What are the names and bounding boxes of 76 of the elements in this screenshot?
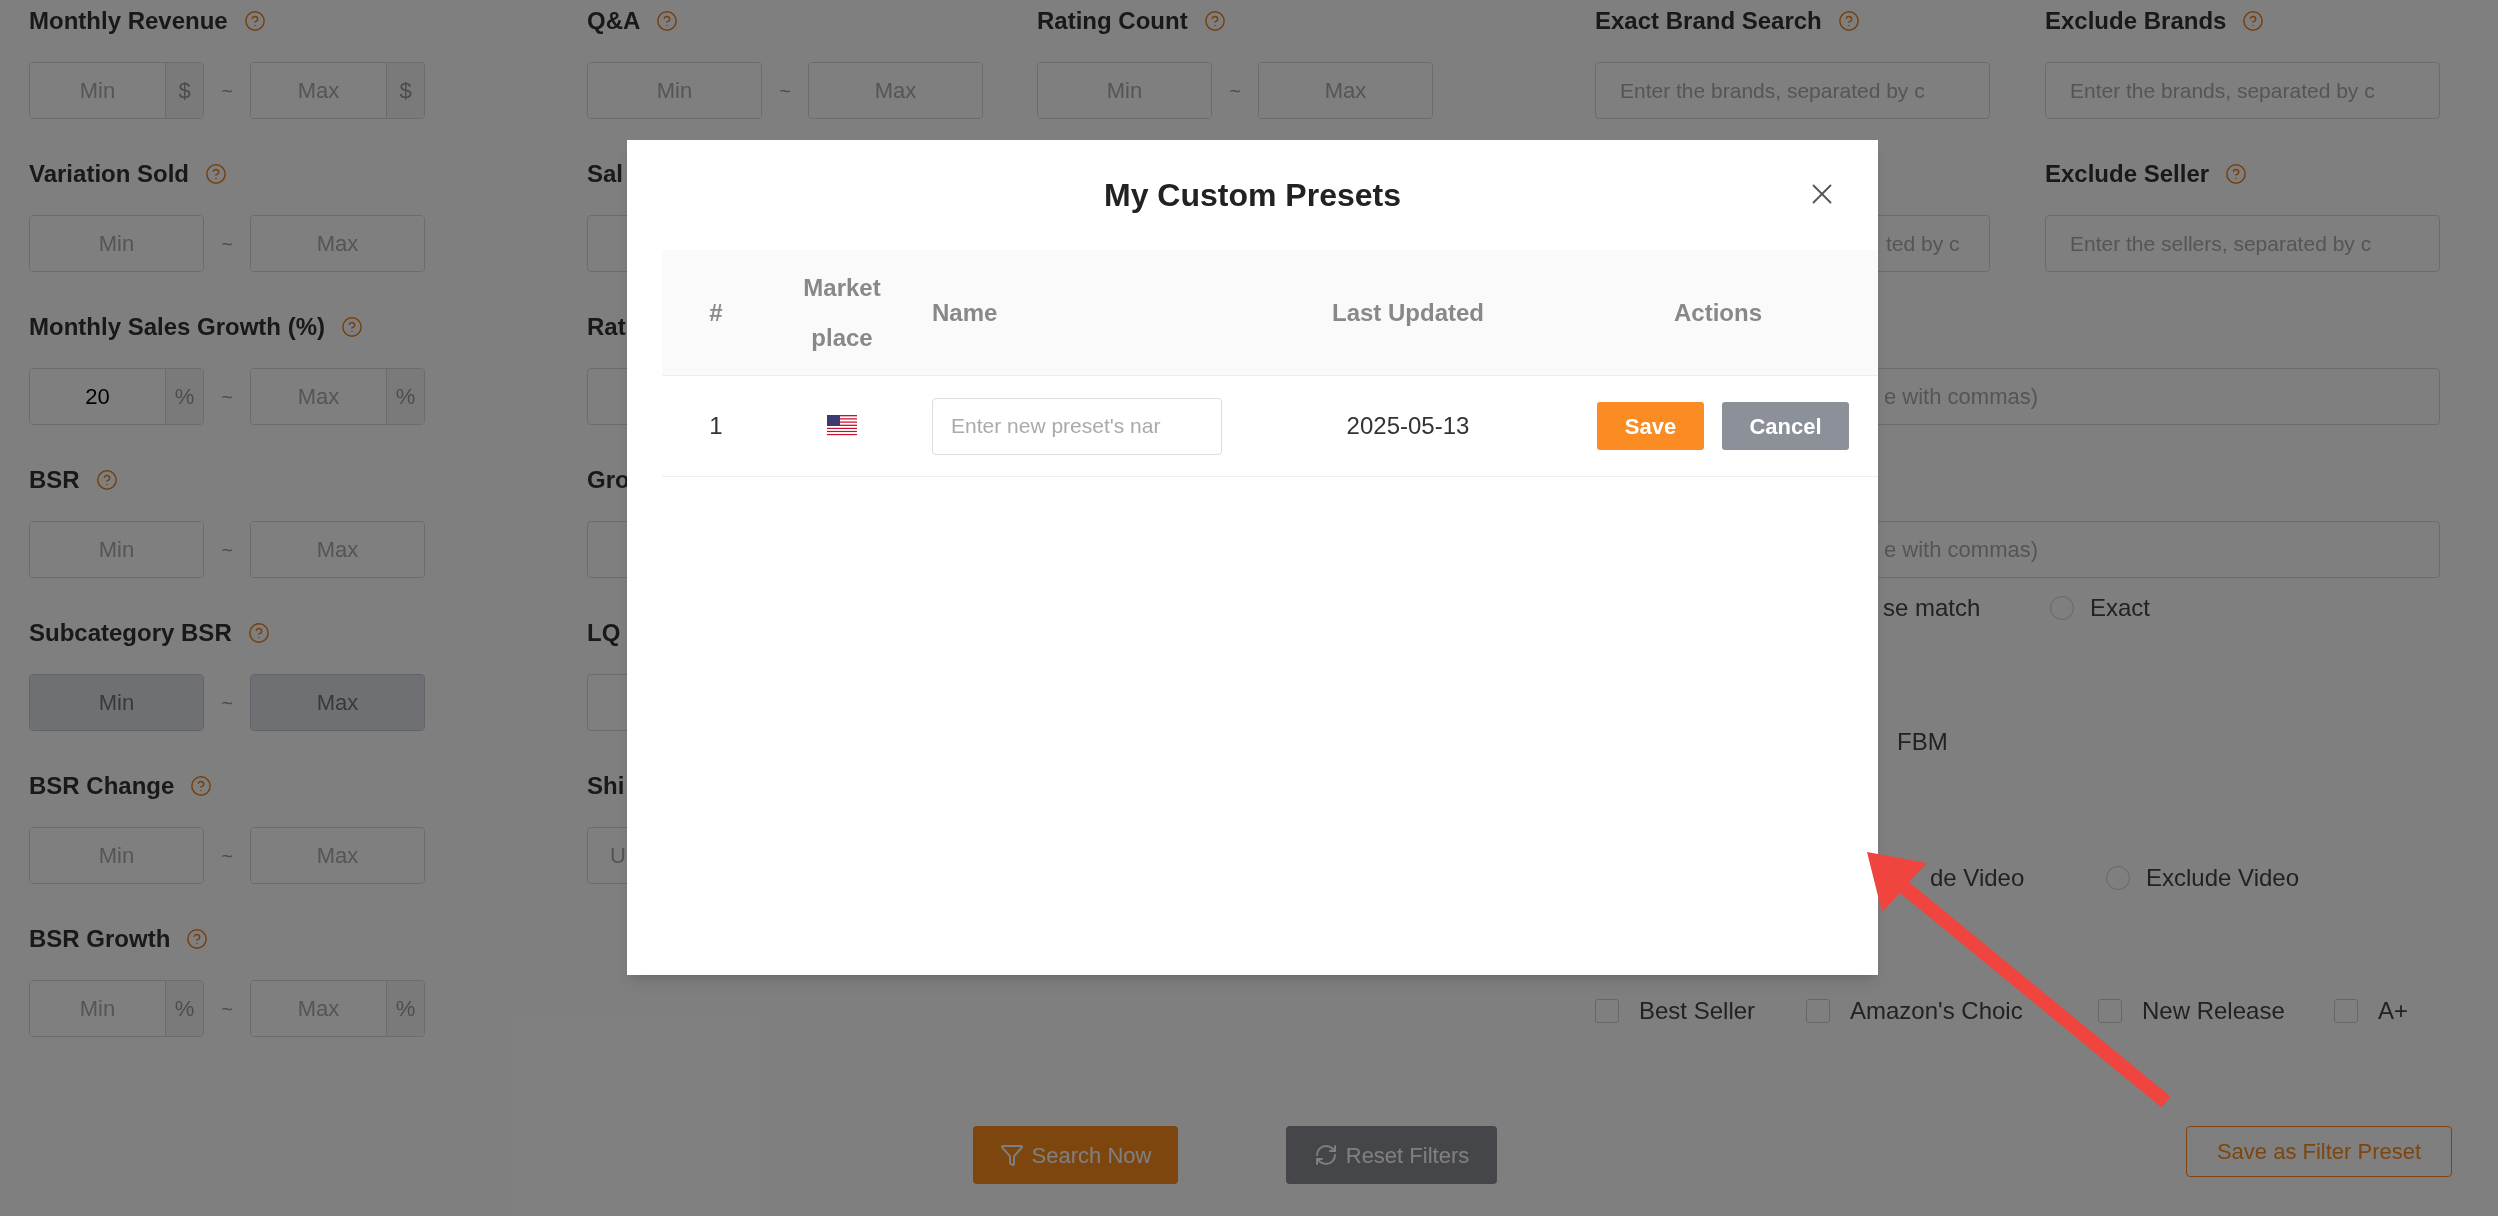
filter-label: Variation Sold	[29, 159, 190, 189]
help-icon[interactable]	[186, 928, 209, 950]
cancel-button[interactable]: Cancel	[1722, 402, 1849, 450]
range-separator: ~	[220, 537, 234, 563]
checkbox-label: Amazon's Choic	[1850, 996, 2023, 1026]
filter-label: Rat	[587, 312, 626, 342]
radio-button[interactable]	[2106, 866, 2130, 890]
refresh-icon	[1313, 1143, 1338, 1167]
option-label: de Video	[1930, 863, 2026, 893]
column-header: Actions	[1674, 297, 1762, 328]
help-icon[interactable]	[190, 775, 213, 797]
help-icon[interactable]	[95, 469, 118, 491]
checkbox-label: A+	[2378, 996, 2409, 1026]
range-separator: ~	[778, 78, 792, 104]
table-cell-text: 2025-05-13	[1346, 411, 1470, 441]
range-separator: ~	[220, 231, 234, 257]
filter-label: Gro	[587, 465, 630, 495]
help-icon[interactable]	[1203, 10, 1226, 32]
range-separator: ~	[220, 843, 234, 869]
filter-label: Shi	[587, 771, 625, 801]
range-separator: ~	[220, 996, 234, 1022]
flag-icon	[827, 415, 857, 437]
range-separator: ~	[220, 690, 234, 716]
unit-label: %	[386, 369, 424, 424]
radio-button[interactable]	[2050, 596, 2074, 620]
unit-label: $	[165, 63, 203, 118]
filter-label: Exact Brand Search	[1595, 6, 1822, 36]
option-label: se match	[1883, 593, 1982, 623]
filter-label: LQ	[587, 618, 621, 648]
unit-label: %	[165, 369, 203, 424]
filter-icon	[999, 1143, 1024, 1167]
column-header: Last Updated	[1332, 297, 1484, 328]
help-icon[interactable]	[2242, 10, 2265, 32]
checkbox-label: New Release	[2142, 996, 2285, 1026]
filter-label: Exclude Brands	[2045, 6, 2227, 36]
modal-title: My Custom Presets	[1104, 176, 1401, 215]
unit-label: %	[165, 981, 203, 1036]
range-separator: ~	[1228, 78, 1242, 104]
help-icon[interactable]	[2225, 163, 2248, 185]
checkbox[interactable]	[1806, 999, 1830, 1023]
filter-label: Q&A	[587, 6, 641, 36]
checkbox[interactable]	[2098, 999, 2122, 1023]
column-header: Marketplace	[802, 272, 882, 353]
checkbox[interactable]	[2334, 999, 2358, 1023]
save-preset-button[interactable]: Save as Filter Preset	[2186, 1126, 2452, 1177]
filter-label: Sal	[587, 159, 624, 189]
filter-label: Exclude Seller	[2045, 159, 2210, 189]
table-cell-text: 1	[709, 411, 723, 441]
filter-label: BSR Growth	[29, 924, 171, 954]
filter-label: Rating Count	[1037, 6, 1188, 36]
filter-label: Monthly Sales Growth (%)	[29, 312, 325, 342]
search-button[interactable]: Search Now	[973, 1126, 1178, 1184]
checkbox-label: Best Seller	[1639, 996, 1756, 1026]
help-icon[interactable]	[247, 622, 270, 644]
option-label: Exact	[2090, 593, 2151, 623]
preset-name-field[interactable]: Enter new preset's nar	[932, 397, 1222, 455]
help-icon[interactable]	[205, 163, 228, 185]
filter-label: Monthly Revenue	[29, 6, 228, 36]
option-label: Exclude Video	[2146, 863, 2299, 893]
help-icon[interactable]	[243, 10, 266, 32]
option-label: FBM	[1897, 727, 1948, 757]
number-field[interactable]: 20 %	[29, 368, 204, 425]
unit-label: %	[386, 981, 424, 1036]
range-separator: ~	[220, 384, 234, 410]
help-icon[interactable]	[341, 316, 363, 338]
range-separator: ~	[220, 78, 234, 104]
save-button[interactable]: Save	[1597, 402, 1704, 450]
filter-label: BSR	[29, 465, 80, 495]
help-icon[interactable]	[656, 10, 679, 32]
column-header: #	[709, 297, 723, 328]
help-icon[interactable]	[1837, 10, 1860, 32]
column-header: Name	[932, 298, 998, 326]
filter-label: BSR Change	[29, 771, 175, 801]
checkbox[interactable]	[1595, 999, 1619, 1023]
filter-label: Subcategory BSR	[29, 618, 232, 648]
unit-label: $	[386, 63, 424, 118]
